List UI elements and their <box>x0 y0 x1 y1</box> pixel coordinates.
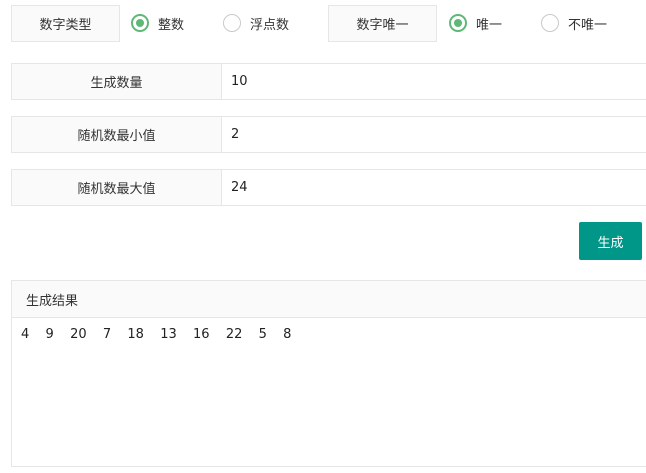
radio-integer[interactable]: 整数 <box>131 12 184 34</box>
number-type-label-text: 数字类型 <box>39 18 92 33</box>
max-row: 随机数最大值 <box>11 169 646 206</box>
max-input[interactable] <box>222 170 646 205</box>
radio-unchecked-icon <box>223 14 241 32</box>
count-row: 生成数量 <box>11 63 646 100</box>
min-input[interactable] <box>222 117 646 152</box>
min-row: 随机数最小值 <box>11 116 646 153</box>
number-unique-label-text: 数字唯一 <box>356 18 409 33</box>
number-unique-label: 数字唯一 <box>328 5 437 42</box>
min-label: 随机数最小值 <box>12 117 222 152</box>
radio-float-label: 浮点数 <box>250 17 290 33</box>
result-title: 生成结果 <box>12 281 646 318</box>
radio-checked-icon <box>449 14 467 32</box>
result-output: 4 9 20 7 18 13 16 22 5 8 <box>21 327 292 342</box>
radio-non-unique[interactable]: 不唯一 <box>541 12 607 34</box>
max-label: 随机数最大值 <box>12 170 222 205</box>
count-label: 生成数量 <box>12 64 222 99</box>
result-panel: 生成结果 4 9 20 7 18 13 16 22 5 8 <box>11 280 646 467</box>
generate-button[interactable]: 生成 <box>579 222 642 260</box>
radio-non-unique-label: 不唯一 <box>568 17 608 33</box>
radio-unchecked-icon <box>541 14 559 32</box>
radio-integer-label: 整数 <box>158 17 185 33</box>
radio-float[interactable]: 浮点数 <box>223 12 289 34</box>
number-type-label: 数字类型 <box>11 5 120 42</box>
count-input[interactable] <box>222 64 646 99</box>
random-number-generator: 数字类型 整数 浮点数 数字唯一 唯一 不唯一 生成数量 随机数最小值 随机数最… <box>0 0 646 473</box>
radio-checked-icon <box>131 14 149 32</box>
radio-unique-label: 唯一 <box>476 17 503 33</box>
radio-unique[interactable]: 唯一 <box>449 12 502 34</box>
